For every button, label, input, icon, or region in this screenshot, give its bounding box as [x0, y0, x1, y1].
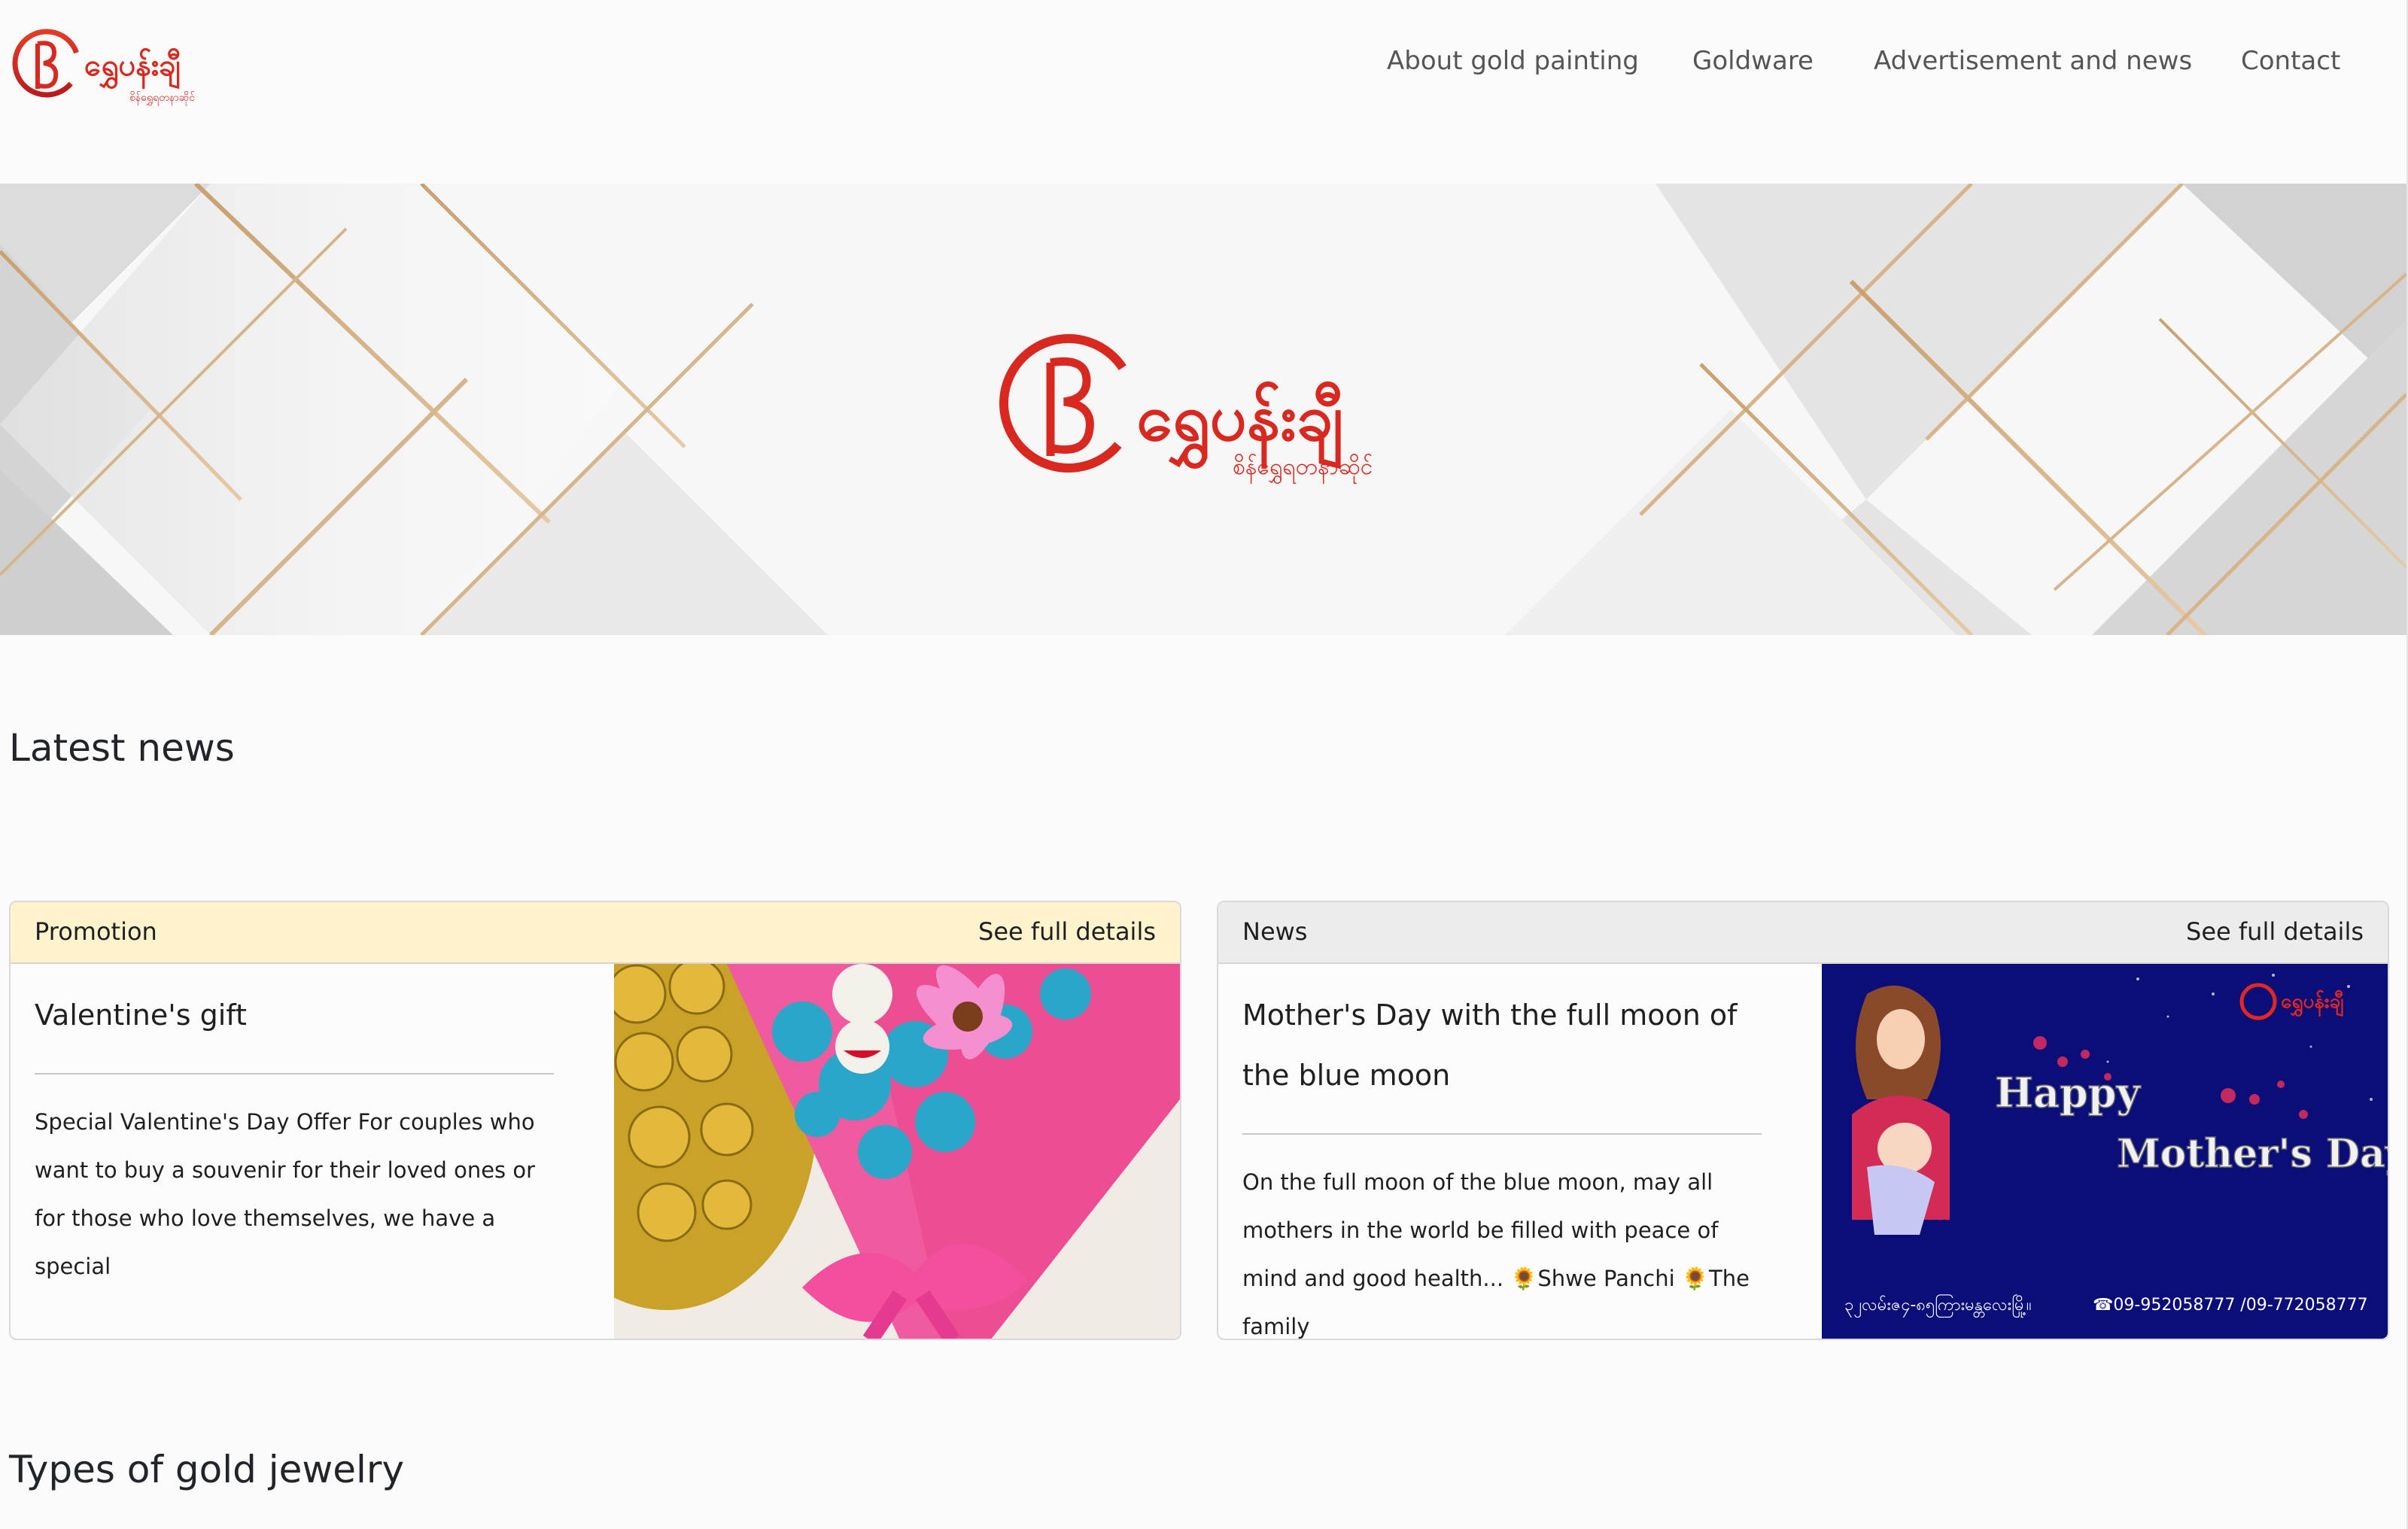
card-divider	[1242, 1133, 1762, 1135]
card-divider	[35, 1073, 554, 1075]
card-body-text: Special Valentine's Day Offer For couple…	[35, 1109, 536, 1279]
card-title: Mother's Day with the full moon of the b…	[1242, 999, 1738, 1092]
latest-news-heading: Latest news	[9, 726, 235, 770]
see-full-details-link[interactable]: See full details	[978, 917, 1156, 946]
card-header: Promotion See full details	[11, 902, 1180, 964]
mothers-day-headline: Mother's Day	[2117, 1131, 2388, 1177]
svg-text:ရွှေပန်းချီ: ရွှေပန်းချီ	[84, 48, 181, 90]
nav-about-gold-painting[interactable]: About gold painting	[1387, 44, 1639, 78]
card-header: News See full details	[1218, 902, 2388, 964]
nav-advertisement-and-news[interactable]: Advertisement and news	[1874, 44, 2192, 78]
mothers-day-image[interactable]: ရွှေပန်းချီ Happy Mother's Day ၃၂လမ်းဇ၄-…	[1822, 964, 2388, 1339]
card-title: Valentine's gift	[35, 999, 247, 1032]
see-full-details-link[interactable]: See full details	[2186, 917, 2364, 946]
mothers-day-footer-address: ၃၂လမ်းဇ၄-၈၅ကြားမန္တလေးမြို့။	[1844, 1294, 2032, 1318]
banner-logo-subtext: စိန်ရွှေရတနာဆိုင်	[1233, 454, 1373, 485]
jewelry-types-heading: Types of gold jewelry	[9, 1448, 405, 1491]
card-category: News	[1242, 917, 1308, 946]
news-card-promotion: Promotion See full details Valentine's g…	[9, 901, 1181, 1340]
news-card-news: News See full details Mother's Day with …	[1217, 901, 2389, 1340]
nav-goldware[interactable]: Goldware	[1692, 44, 1814, 78]
card-body-text: On the full moon of the blue moon, may a…	[1242, 1169, 1750, 1339]
mothers-day-footer-phone: ☎09-952058777 /09-772058777	[2093, 1296, 2368, 1315]
card-category: Promotion	[35, 917, 157, 946]
hero-banner: ရွှေပန်းချီ စိန်ရွှေရတနာဆိုင်	[0, 184, 2406, 635]
valentine-gift-image[interactable]	[614, 964, 1180, 1339]
nav-contact[interactable]: Contact	[2241, 44, 2340, 78]
site-logo[interactable]: ရွှေပန်းချီ စိန်ရွှေရတနာဆိုင်	[12, 23, 208, 110]
mothers-day-headline-happy: Happy	[1995, 1068, 2142, 1117]
svg-text:စိန်ရွှေရတနာဆိုင်: စိန်ရွှေရတနာဆိုင်	[129, 92, 195, 105]
